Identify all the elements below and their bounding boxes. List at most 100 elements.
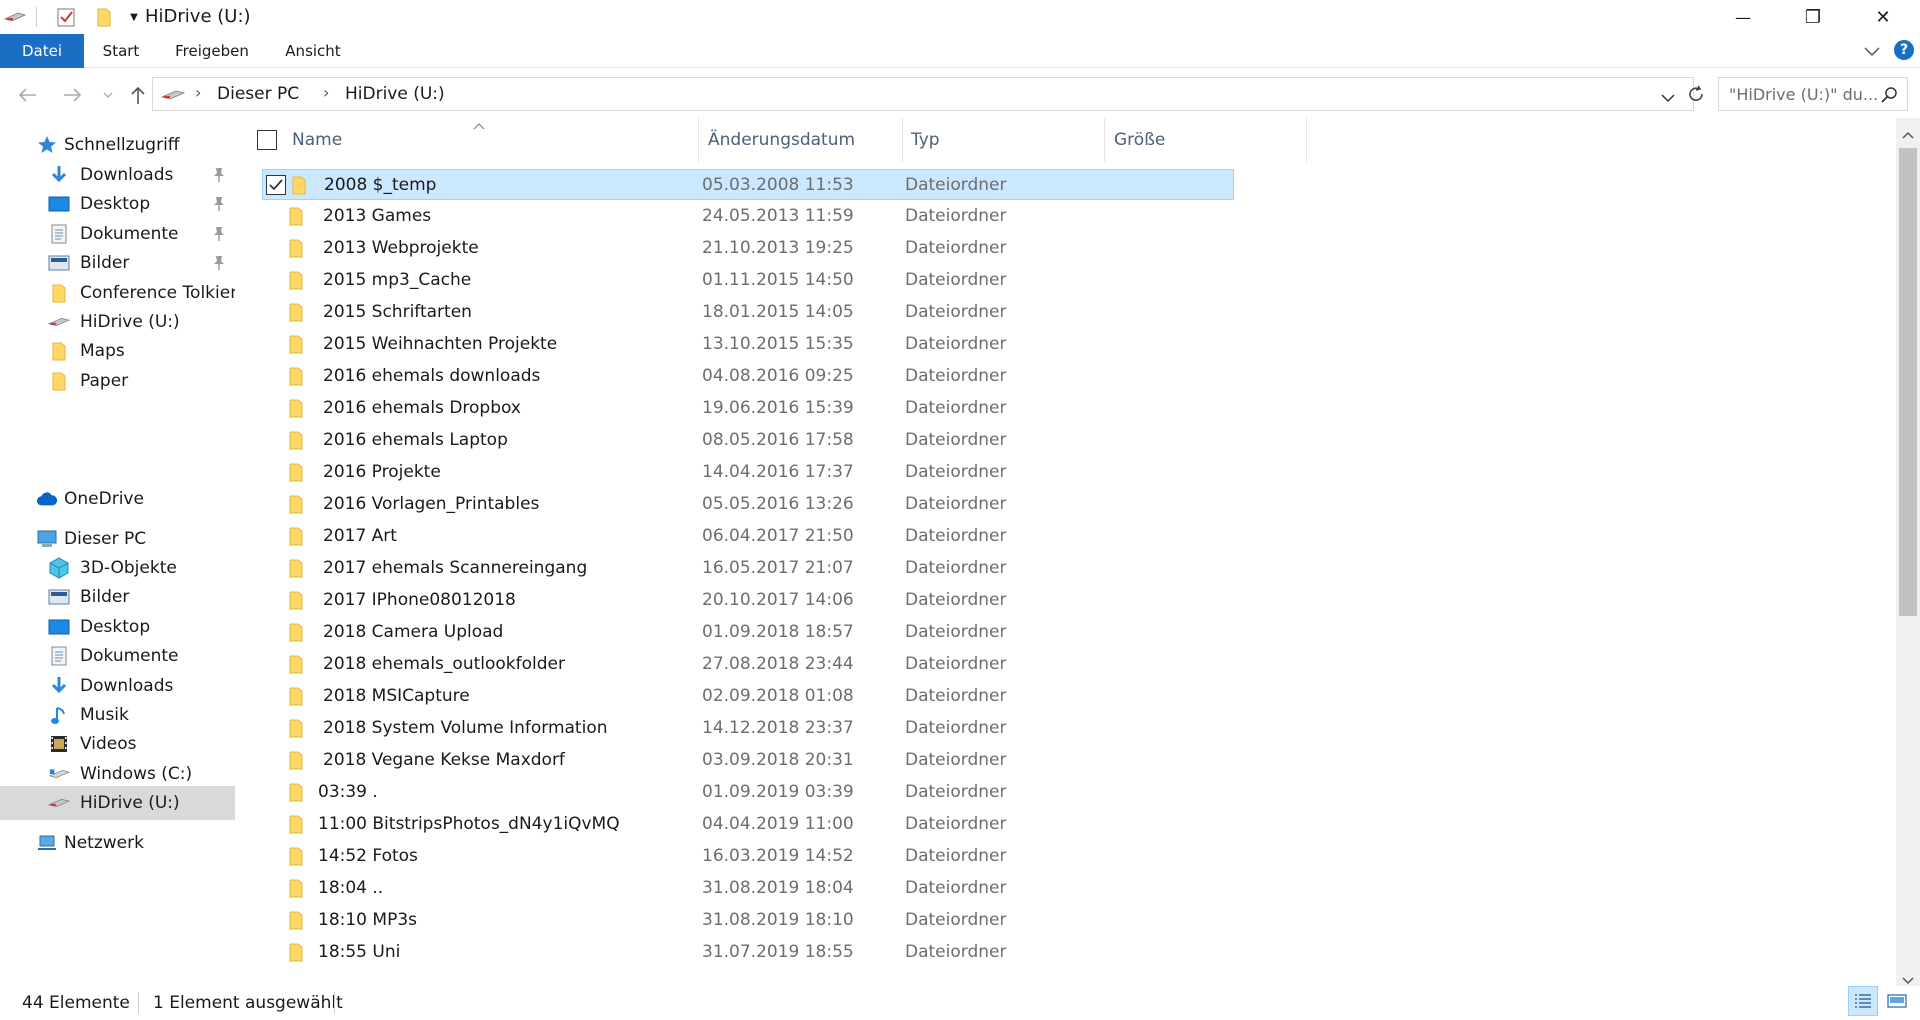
breadcrumb-dieser-pc[interactable]: Dieser PC	[217, 84, 299, 104]
folder-icon	[289, 366, 307, 386]
table-row[interactable]: 18:10 MP3s 31.08.2019 18:10 Dateiordner	[262, 905, 1234, 936]
table-row[interactable]: 2016 Projekte 14.04.2016 17:37 Dateiordner	[262, 457, 1234, 488]
file-date: 16.05.2017 21:07	[702, 558, 854, 578]
select-all-checkbox[interactable]	[257, 130, 277, 150]
file-date: 24.05.2013 11:59	[702, 206, 854, 226]
address-dropdown-chevron-icon[interactable]	[1661, 88, 1675, 108]
sidebar-item-label: Desktop	[80, 616, 151, 637]
table-row[interactable]: 2018 MSICapture 02.09.2018 01:08 Dateiordn…	[262, 681, 1234, 712]
breadcrumb-separator-icon[interactable]: ›	[323, 83, 329, 102]
up-arrow-icon[interactable]	[124, 76, 152, 114]
row-checkbox[interactable]	[266, 175, 286, 195]
file-name: 2008 $_temp	[324, 175, 437, 195]
column-header-name[interactable]: Name	[292, 118, 342, 162]
file-date: 01.11.2015 14:50	[702, 270, 854, 290]
customize-toolbar-chevron-icon[interactable]: ▼	[125, 6, 143, 28]
table-row[interactable]: 14:52 Fotos 16.03.2019 14:52 Dateiordner	[262, 841, 1234, 872]
sidebar-item-label: Maps	[80, 341, 125, 362]
file-type: Dateiordner	[905, 750, 1007, 770]
refresh-icon[interactable]	[1686, 84, 1708, 106]
properties-icon[interactable]	[55, 6, 77, 28]
details-view-icon[interactable]	[1848, 986, 1878, 1016]
table-row[interactable]: 18:55 Uni 31.07.2019 18:55 Dateiordner	[262, 937, 1234, 968]
sidebar-item-label: Windows (C:)	[80, 763, 193, 784]
column-header-date[interactable]: Änderungsdatum	[708, 118, 855, 162]
nav-netzwerk[interactable]: Netzwerk	[0, 826, 235, 860]
table-row[interactable]: 18:04 .. 31.08.2019 18:04 Dateiordner	[262, 873, 1234, 904]
column-header-type[interactable]: Typ	[911, 118, 940, 162]
vertical-scrollbar[interactable]	[1896, 118, 1920, 986]
column-separator[interactable]	[1306, 118, 1307, 162]
column-separator[interactable]	[698, 118, 699, 162]
restore-button[interactable]: ❐	[1784, 0, 1842, 34]
table-row[interactable]: 2017 IPhone08012018 20.10.2017 14:06 Datei…	[262, 585, 1234, 616]
table-row[interactable]: 2018 ehemals_outlookfolder 27.08.2018 23:…	[262, 649, 1234, 680]
pin-icon[interactable]	[212, 196, 226, 217]
table-row[interactable]: 2017 ehemals Scannereingang 16.05.2017 21…	[262, 553, 1234, 584]
table-row[interactable]: 2015 Schriftarten 18.01.2015 14:05 Dateior…	[262, 297, 1234, 328]
table-row[interactable]: 2016 ehemals Laptop 08.05.2016 17:58 Datei…	[262, 425, 1234, 456]
help-icon[interactable]: ?	[1894, 40, 1914, 60]
table-row[interactable]: 2016 ehemals Dropbox 19.06.2016 15:39 Date…	[262, 393, 1234, 424]
recent-locations-chevron-icon[interactable]	[98, 76, 118, 114]
tab-start[interactable]: Start	[94, 34, 148, 68]
file-date: 01.09.2019 03:39	[702, 782, 854, 802]
pin-icon[interactable]	[212, 167, 226, 188]
new-folder-icon[interactable]	[93, 6, 115, 28]
nav-onedrive[interactable]: OneDrive	[0, 482, 235, 516]
tab-datei[interactable]: Datei	[0, 34, 84, 68]
table-row[interactable]: 2016 Vorlagen_Printables 05.05.2016 13:26…	[262, 489, 1234, 520]
table-row[interactable]: 03:39 . 01.09.2019 03:39 Dateiordner	[262, 777, 1234, 808]
minimize-button[interactable]: —	[1714, 0, 1772, 34]
large-icons-view-icon[interactable]	[1882, 986, 1912, 1016]
expand-ribbon-chevron-icon[interactable]	[1862, 42, 1882, 60]
column-separator[interactable]	[902, 118, 903, 162]
download-arrow-icon	[48, 675, 70, 697]
file-type: Dateiordner	[905, 942, 1007, 962]
breadcrumb-hidrive[interactable]: HiDrive (U:)	[345, 84, 445, 104]
file-name: 2018 System Volume Information	[323, 718, 608, 738]
address-bar[interactable]: › Dieser PC › HiDrive (U:)	[152, 77, 1694, 111]
scrollbar-thumb[interactable]	[1899, 148, 1917, 616]
breadcrumb-separator-icon[interactable]: ›	[195, 83, 201, 102]
file-date: 02.09.2018 01:08	[702, 686, 854, 706]
nav-schnellzugriff[interactable]: Schnellzugriff	[0, 128, 235, 162]
file-date: 31.08.2019 18:04	[702, 878, 854, 898]
search-input[interactable]: "HiDrive (U:)" du...	[1718, 77, 1908, 111]
table-row[interactable]: 11:00 BitstripsPhotos_dN4y1iQvMQ 04.04.20…	[262, 809, 1234, 840]
folder-icon	[289, 494, 307, 514]
sidebar-item-label: HiDrive (U:)	[80, 793, 180, 814]
tab-ansicht[interactable]: Ansicht	[282, 34, 344, 68]
folder-icon	[289, 462, 307, 482]
close-button[interactable]: ✕	[1854, 0, 1912, 34]
tab-freigeben[interactable]: Freigeben	[170, 34, 254, 68]
sidebar-item-hidrive-u[interactable]: HiDrive (U:)	[0, 786, 235, 821]
table-row[interactable]: 2013 Webprojekte 21.10.2013 19:25 Dateiord…	[262, 233, 1234, 264]
column-header-size[interactable]: Größe	[1114, 118, 1165, 162]
scroll-up-arrow-icon[interactable]	[1902, 124, 1914, 144]
folder-icon	[48, 340, 70, 362]
download-arrow-icon	[48, 164, 70, 186]
sidebar-item-paper[interactable]: Paper	[0, 364, 235, 398]
network-drive-icon	[4, 9, 26, 25]
pin-icon[interactable]	[212, 255, 226, 276]
table-row[interactable]: 2013 Games 24.05.2013 11:59 Dateiordner	[262, 201, 1234, 232]
table-row[interactable]: 2008 $_temp 05.03.2008 11:53 Dateiordner	[262, 169, 1234, 200]
file-name: 2015 mp3_Cache	[323, 270, 472, 290]
pin-icon[interactable]	[212, 226, 226, 247]
file-date: 16.03.2019 14:52	[702, 846, 854, 866]
forward-arrow-icon[interactable]	[58, 76, 88, 114]
column-separator[interactable]	[1104, 118, 1105, 162]
file-name: 2018 Vegane Kekse Maxdorf	[323, 750, 565, 770]
table-row[interactable]: 2018 Camera Upload 01.09.2018 18:57 Dateio…	[262, 617, 1234, 648]
sidebar-item-label: Paper	[80, 370, 129, 391]
table-row[interactable]: 2015 mp3_Cache 01.11.2015 14:50 Dateiordne…	[262, 265, 1234, 296]
table-row[interactable]: 2018 System Volume Information 14.12.2018…	[262, 713, 1234, 744]
table-row[interactable]: 2017 Art 06.04.2017 21:50 Dateiordner	[262, 521, 1234, 552]
table-row[interactable]: 2015 Weihnachten Projekte 13.10.2015 15:3…	[262, 329, 1234, 360]
back-arrow-icon[interactable]	[12, 76, 42, 114]
table-row[interactable]: 2016 ehemals downloads 04.08.2016 09:25 Da…	[262, 361, 1234, 392]
table-row[interactable]: 2018 Vegane Kekse Maxdorf 03.09.2018 20:3…	[262, 745, 1234, 776]
folder-icon	[48, 370, 70, 392]
videos-icon	[48, 733, 70, 755]
